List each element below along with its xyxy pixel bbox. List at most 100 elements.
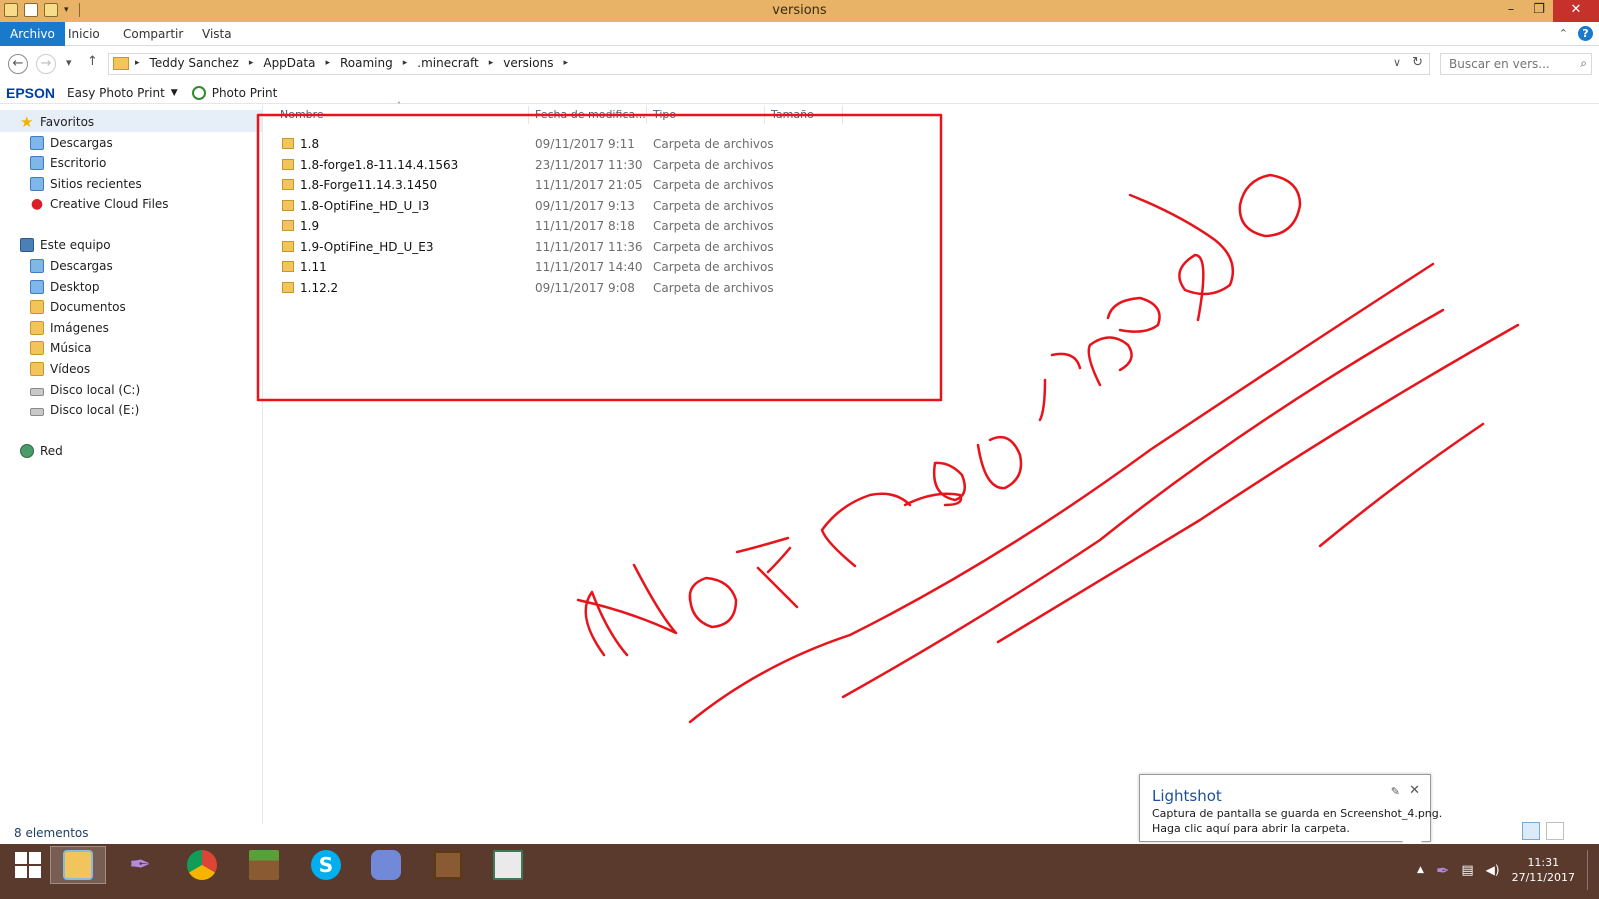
easy-photo-print-button[interactable]: Easy Photo Print — [67, 86, 165, 100]
title-bar: ▾ versions – ❐ ✕ — [0, 0, 1599, 22]
breadcrumb-separator[interactable]: ▸ — [325, 58, 330, 68]
up-button[interactable]: ↑ — [87, 54, 98, 69]
clock[interactable]: 11:31 27/11/2017 — [1512, 855, 1575, 885]
address-bar[interactable]: ▸ Teddy Sanchez ▸ AppData ▸ Roaming ▸ .m… — [108, 53, 1430, 75]
show-hidden-icons-button[interactable]: ▲ — [1417, 865, 1424, 875]
nav-label: Documentos — [50, 300, 126, 314]
breadcrumb-separator[interactable]: ▸ — [249, 58, 254, 68]
file-row[interactable]: 1.9 11/11/2017 8:18 Carpeta de archivos — [276, 216, 796, 236]
file-row[interactable]: 1.8-Forge11.14.3.1450 11/11/2017 21:05 C… — [276, 175, 796, 195]
file-row[interactable]: 1.9-OptiFine_HD_U_E3 11/11/2017 11:36 Ca… — [276, 237, 796, 257]
window-title: versions — [772, 3, 827, 18]
item-count: 8 elementos — [14, 826, 89, 840]
breadcrumb-item[interactable]: AppData — [263, 56, 315, 70]
nav-pc-drive-e[interactable]: Disco local (E:) — [30, 400, 139, 420]
annotation-stroke — [1087, 296, 1161, 387]
column-header-date[interactable]: Fecha de modifica... — [535, 108, 646, 121]
close-icon[interactable]: ✕ — [1409, 783, 1420, 798]
nav-pc-drive-c[interactable]: Disco local (C:) — [30, 380, 140, 400]
nav-pc-documents[interactable]: Documentos — [30, 297, 126, 317]
network-tray-icon[interactable]: ▤ — [1461, 863, 1473, 878]
file-type: Carpeta de archivos — [653, 260, 774, 274]
breadcrumb-item[interactable]: Roaming — [340, 56, 393, 70]
forward-button[interactable]: → — [36, 54, 56, 74]
nav-pc-pictures[interactable]: Imágenes — [30, 318, 109, 338]
breadcrumb-separator[interactable]: ▸ — [135, 58, 140, 68]
file-row[interactable]: 1.8-forge1.8-11.14.4.1563 23/11/2017 11:… — [276, 155, 796, 175]
nav-pc-desktop[interactable]: Desktop — [30, 277, 100, 297]
breadcrumb-separator[interactable]: ▸ — [489, 58, 494, 68]
tab-vista[interactable]: Vista — [192, 22, 242, 46]
tab-compartir[interactable]: Compartir — [113, 22, 193, 46]
show-desktop-button[interactable] — [1587, 850, 1591, 890]
taskbar-lightshot[interactable]: ✒ — [112, 846, 168, 884]
pin-icon[interactable]: ✎ — [1391, 785, 1400, 798]
tab-inicio[interactable]: Inicio — [58, 22, 110, 46]
search-input[interactable] — [1441, 54, 1561, 74]
nav-label: Disco local (C:) — [50, 383, 141, 397]
file-type: Carpeta de archivos — [653, 157, 774, 172]
file-row[interactable]: 1.8-OptiFine_HD_U_I3 09/11/2017 9:13 Car… — [276, 196, 796, 216]
taskbar-minecraft[interactable] — [236, 846, 292, 884]
column-divider[interactable] — [842, 106, 843, 124]
nav-this-pc[interactable]: Este equipo — [20, 235, 111, 255]
details-view-icon[interactable] — [1522, 822, 1540, 840]
lightshot-tray-icon[interactable]: ✒ — [1436, 861, 1449, 880]
maximize-button[interactable]: ❐ — [1525, 0, 1553, 22]
collapse-ribbon-icon[interactable]: ⌃ — [1559, 27, 1568, 40]
taskbar-discord[interactable] — [358, 846, 414, 884]
column-divider[interactable] — [764, 106, 765, 124]
taskbar-chrome[interactable] — [174, 846, 230, 884]
clock-date: 27/11/2017 — [1511, 871, 1575, 884]
taskbar-monitor-app[interactable] — [480, 846, 536, 884]
file-row[interactable]: 1.8 09/11/2017 9:11 Carpeta de archivos — [276, 134, 796, 154]
breadcrumb-item[interactable]: Teddy Sanchez — [150, 56, 239, 70]
breadcrumb-separator[interactable]: ▸ — [563, 58, 568, 68]
column-header-name[interactable]: Nombre — [280, 108, 324, 121]
column-header-type[interactable]: Tipo — [653, 108, 676, 121]
file-row[interactable]: 1.11 11/11/2017 14:40 Carpeta de archivo… — [276, 257, 796, 277]
chevron-down-icon[interactable]: ▼ — [171, 88, 178, 98]
breadcrumb-separator[interactable]: ▸ — [403, 58, 408, 68]
pictures-folder-icon — [30, 321, 44, 335]
nav-favorites[interactable]: ★ Favoritos — [20, 112, 94, 132]
nav-pc-videos[interactable]: Vídeos — [30, 359, 90, 379]
column-divider[interactable] — [528, 106, 529, 124]
help-icon[interactable]: ? — [1578, 26, 1593, 41]
nav-favorites-recent[interactable]: Sitios recientes — [30, 174, 142, 194]
minimize-button[interactable]: – — [1497, 0, 1525, 22]
refresh-button[interactable]: ↻ — [1412, 55, 1423, 70]
folder-icon — [282, 281, 294, 293]
nav-label: Sitios recientes — [50, 177, 142, 191]
close-button[interactable]: ✕ — [1553, 0, 1599, 22]
nav-pc-downloads[interactable]: Descargas — [30, 256, 113, 276]
feather-icon: ✒ — [129, 850, 151, 880]
volume-icon[interactable]: ◀) — [1486, 863, 1500, 877]
taskbar-crafting-table[interactable] — [420, 846, 476, 884]
taskbar-file-explorer[interactable] — [50, 846, 106, 884]
photo-print-button[interactable]: Photo Print — [212, 86, 278, 100]
tab-archivo[interactable]: Archivo — [0, 22, 65, 46]
nav-favorites-downloads[interactable]: Descargas — [30, 133, 113, 153]
crafting-table-icon — [433, 850, 463, 880]
breadcrumb-item[interactable]: .minecraft — [417, 56, 478, 70]
back-button[interactable]: ← — [8, 54, 28, 74]
lightshot-notification[interactable]: Lightshot ✎ ✕ Captura de pantalla se gua… — [1139, 774, 1442, 853]
file-date: 11/11/2017 21:05 — [535, 178, 643, 192]
file-row[interactable]: 1.12.2 09/11/2017 9:08 Carpeta de archiv… — [276, 278, 796, 298]
address-dropdown-button[interactable]: ∨ — [1393, 56, 1401, 69]
file-date: 11/11/2017 11:36 — [535, 239, 643, 254]
recent-locations-button[interactable]: ▾ — [66, 56, 72, 69]
breadcrumb-item[interactable]: versions — [503, 56, 553, 70]
pane-divider[interactable] — [262, 104, 263, 824]
nav-favorites-desktop[interactable]: Escritorio — [30, 153, 106, 173]
nav-pc-music[interactable]: Música — [30, 338, 92, 358]
start-button[interactable] — [0, 846, 56, 884]
column-divider[interactable] — [646, 106, 647, 124]
large-icons-view-icon[interactable] — [1546, 822, 1564, 840]
column-header-size[interactable]: Tamaño — [771, 108, 814, 121]
nav-favorites-creative-cloud[interactable]: ● Creative Cloud Files — [30, 194, 169, 214]
search-icon[interactable]: ⌕ — [1580, 56, 1587, 71]
nav-network[interactable]: Red — [20, 441, 63, 461]
taskbar-skype[interactable]: S — [298, 846, 354, 884]
